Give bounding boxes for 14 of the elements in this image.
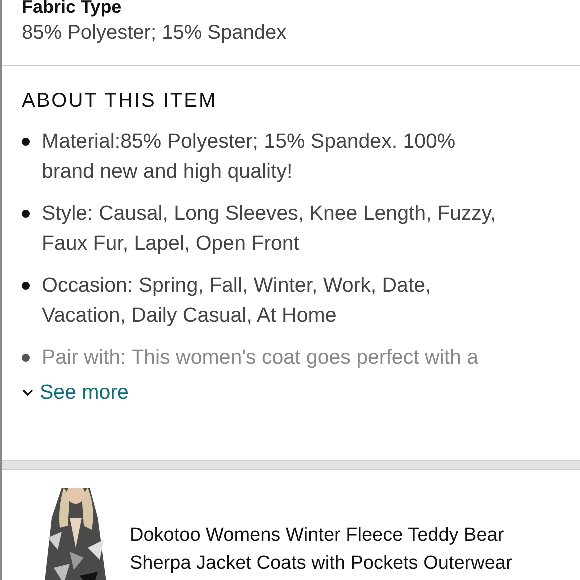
bullet-text: Occasion: Spring, Fall, Winter, Work, Date, Vacation, Daily Casual, At Home [42, 273, 432, 329]
bullet-text: Material:85% Polyester; 15% Spandex. 100% brand new and high quality! [42, 129, 457, 185]
detail-label: Fabric Type [22, 0, 123, 16]
bullet-icon [22, 354, 30, 362]
bullet-icon [22, 282, 30, 290]
bullet-text: Style: Causal, Long Sleeves, Knee Length, Fuzzy, Faux Fur, Lapel, Open Front [42, 201, 498, 257]
caret-icon [22, 389, 34, 397]
bullet-icon [22, 210, 30, 218]
product-title[interactable]: Dokotoo Womens Winter Fleece Teddy Bear Sherpa Jacket Coats with Pockets Outerwear [130, 522, 530, 580]
detail-value: 85% Polyester; 15% Spandex [22, 22, 288, 45]
section-heading: ABOUT THIS ITEM [22, 90, 218, 113]
bullet-text: Pair with: This women's coat goes perfect with a [42, 345, 480, 371]
see-more-link[interactable]: See more [22, 381, 129, 405]
bullet-icon [22, 138, 30, 146]
